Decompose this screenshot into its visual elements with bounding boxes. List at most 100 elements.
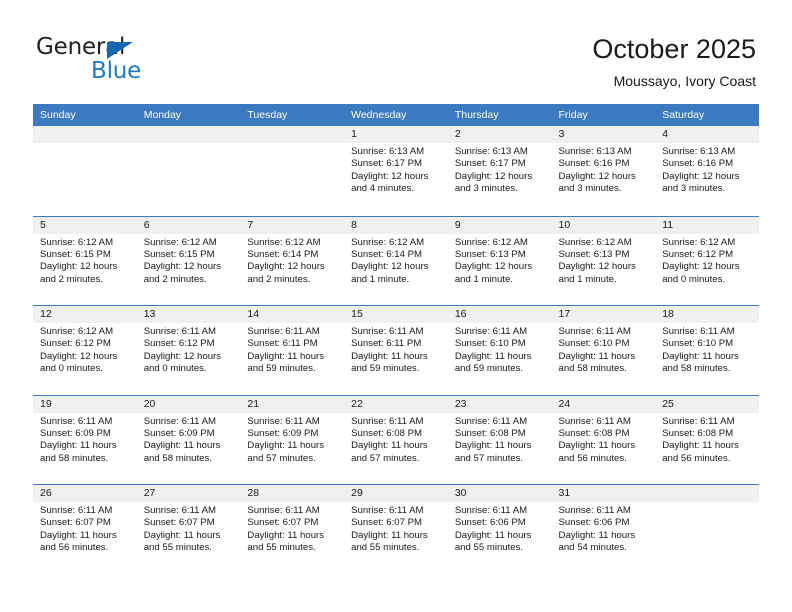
sunrise-text: Sunrise: 6:11 AM <box>454 326 528 337</box>
day-cell[interactable]: 14 Sunrise: 6:11 AM Sunset: 6:11 PM Dayligh… <box>240 306 345 395</box>
daylight-text-line2: and 58 minutes. <box>40 452 109 464</box>
day-cell[interactable]: 5 Sunrise: 6:12 AM Sunset: 6:15 PM Daylight… <box>33 216 137 305</box>
day-cell[interactable]: 19 Sunrise: 6:11 AM Sunset: 6:09 PM Dayligh… <box>33 395 137 484</box>
day-info: Sunrise: 6:11 AM Sunset: 6:07 PM Daylight:… <box>33 502 137 555</box>
day-number: 12 <box>33 306 137 323</box>
day-number: 6 <box>136 216 241 234</box>
daylight-text-line1: Daylight: 11 hours <box>454 529 532 541</box>
day-info: Sunrise: 6:13 AM Sunset: 6:17 PM Daylight:… <box>448 143 552 196</box>
day-cell[interactable]: 1 Sunrise: 6:13 AM Sunset: 6:17 PM Daylight… <box>344 126 448 215</box>
daylight-text-line1: Daylight: 12 hours <box>143 350 222 362</box>
day-cell[interactable]: 8 Sunrise: 6:12 AM Sunset: 6:14 PM Daylight… <box>344 216 448 305</box>
day-cell[interactable]: 3 Sunrise: 6:13 AM Sunset: 6:16 PM Daylight… <box>551 126 656 215</box>
sunrise-text: Sunrise: 6:11 AM <box>143 505 217 516</box>
sunrise-text: Sunrise: 6:12 AM <box>558 236 632 248</box>
daylight-text-line2: and 3 minutes. <box>558 183 622 195</box>
daylight-text-line2: and 54 minutes. <box>558 542 627 554</box>
sunset-text: Sunset: 6:15 PM <box>40 248 111 260</box>
day-info: Sunrise: 6:13 AM Sunset: 6:16 PM Daylight:… <box>655 143 759 196</box>
sunset-text: Sunset: 6:07 PM <box>143 517 215 529</box>
day-cell[interactable]: 28 Sunrise: 6:11 AM Sunset: 6:07 PM Dayligh… <box>240 485 345 574</box>
sunset-text: Sunset: 6:13 PM <box>558 248 630 260</box>
day-info: Sunrise: 6:11 AM Sunset: 6:08 PM Daylight:… <box>344 413 448 466</box>
day-number: 17 <box>551 306 656 323</box>
day-cell[interactable]: 13 Sunrise: 6:11 AM Sunset: 6:12 PM Dayligh… <box>136 306 241 395</box>
day-cell[interactable]: 27 Sunrise: 6:11 AM Sunset: 6:07 PM Dayligh… <box>136 485 241 574</box>
day-info: Sunrise: 6:11 AM Sunset: 6:07 PM Daylight:… <box>240 502 344 555</box>
day-cell[interactable]: 6 Sunrise: 6:12 AM Sunset: 6:15 PM Daylight… <box>136 216 241 305</box>
day-cell[interactable]: 10 Sunrise: 6:12 AM Sunset: 6:13 PM Dayligh… <box>551 216 656 305</box>
daylight-text-line2: and 59 minutes. <box>247 363 316 375</box>
day-cell-empty <box>240 126 345 215</box>
triangle-icon <box>107 42 133 59</box>
day-cell[interactable]: 31 Sunrise: 6:11 AM Sunset: 6:06 PM Dayligh… <box>551 485 656 574</box>
sunset-text: Sunset: 6:12 PM <box>662 248 734 260</box>
sunset-text: Sunset: 6:10 PM <box>662 338 734 350</box>
day-number: 14 <box>240 306 345 323</box>
day-number: 24 <box>551 395 656 413</box>
sunrise-text: Sunrise: 6:13 AM <box>662 146 736 157</box>
daylight-text-line2: and 2 minutes. <box>143 273 207 285</box>
day-cell[interactable]: 26 Sunrise: 6:11 AM Sunset: 6:07 PM Dayligh… <box>33 485 137 574</box>
day-cell[interactable]: 9 Sunrise: 6:12 AM Sunset: 6:13 PM Daylight… <box>447 216 552 305</box>
sunset-text: Sunset: 6:07 PM <box>40 517 111 529</box>
daylight-text-line2: and 2 minutes. <box>40 273 103 285</box>
daylight-text-line2: and 56 minutes. <box>558 452 627 464</box>
day-cell[interactable]: 15 Sunrise: 6:11 AM Sunset: 6:11 PM Dayligh… <box>344 306 448 395</box>
sunrise-text: Sunrise: 6:11 AM <box>558 505 631 516</box>
sunrise-text: Sunrise: 6:12 AM <box>351 236 425 248</box>
day-cell[interactable]: 22 Sunrise: 6:11 AM Sunset: 6:08 PM Dayligh… <box>344 395 448 484</box>
day-cell[interactable]: 30 Sunrise: 6:11 AM Sunset: 6:06 PM Dayligh… <box>447 485 552 574</box>
daylight-text-line2: and 55 minutes. <box>143 542 212 554</box>
daylight-text-line1: Daylight: 12 hours <box>351 170 429 182</box>
day-info: Sunrise: 6:12 AM Sunset: 6:12 PM Daylight:… <box>655 234 759 287</box>
daylight-text-line1: Daylight: 11 hours <box>40 440 117 452</box>
day-cell[interactable]: 20 Sunrise: 6:11 AM Sunset: 6:09 PM Dayligh… <box>136 395 241 484</box>
day-number: 21 <box>240 395 345 413</box>
calendar-week-row: 26 Sunrise: 6:11 AM Sunset: 6:07 PM Dayligh… <box>33 484 759 574</box>
day-cell[interactable]: 12 Sunrise: 6:12 AM Sunset: 6:12 PM Dayligh… <box>33 306 137 395</box>
daylight-text-line1: Daylight: 12 hours <box>662 170 740 182</box>
day-number: 25 <box>655 395 759 413</box>
sunrise-text: Sunrise: 6:11 AM <box>351 505 424 516</box>
day-cell[interactable]: 25 Sunrise: 6:11 AM Sunset: 6:08 PM Dayligh… <box>655 395 759 484</box>
day-cell[interactable]: 16 Sunrise: 6:11 AM Sunset: 6:10 PM Dayligh… <box>447 306 552 395</box>
sunrise-text: Sunrise: 6:11 AM <box>351 415 424 427</box>
daylight-text-line2: and 57 minutes. <box>454 452 524 464</box>
day-info: Sunrise: 6:12 AM Sunset: 6:14 PM Daylight:… <box>344 234 448 287</box>
day-cell[interactable]: 29 Sunrise: 6:11 AM Sunset: 6:07 PM Dayligh… <box>344 485 448 574</box>
sunrise-text: Sunrise: 6:11 AM <box>143 415 217 427</box>
sunrise-text: Sunrise: 6:11 AM <box>247 326 320 337</box>
day-info: Sunrise: 6:11 AM Sunset: 6:10 PM Daylight:… <box>448 323 552 376</box>
sunset-text: Sunset: 6:08 PM <box>662 427 734 439</box>
sunrise-text: Sunrise: 6:11 AM <box>247 415 320 427</box>
sunset-text: Sunset: 6:10 PM <box>558 338 630 350</box>
day-cell[interactable]: 18 Sunrise: 6:11 AM Sunset: 6:10 PM Dayligh… <box>655 306 759 395</box>
weekday-header-row: Sunday Monday Tuesday Wednesday Thursday Frid… <box>33 104 759 126</box>
day-cell[interactable]: 4 Sunrise: 6:13 AM Sunset: 6:16 PM Daylight… <box>655 126 759 215</box>
daylight-text-line1: Daylight: 11 hours <box>247 529 325 541</box>
daylight-text-line2: and 57 minutes. <box>247 452 316 464</box>
day-cell[interactable]: 17 Sunrise: 6:11 AM Sunset: 6:10 PM Dayligh… <box>551 306 656 395</box>
sunset-text: Sunset: 6:11 PM <box>247 338 318 350</box>
day-cell[interactable]: 21 Sunrise: 6:11 AM Sunset: 6:09 PM Dayligh… <box>240 395 345 484</box>
daylight-text-line2: and 1 minute. <box>558 273 617 285</box>
day-number: 4 <box>655 126 759 143</box>
day-cell[interactable]: 23 Sunrise: 6:11 AM Sunset: 6:08 PM Dayligh… <box>447 395 552 484</box>
sunset-text: Sunset: 6:06 PM <box>558 517 630 529</box>
weekday-header-saturday: Saturday <box>662 109 705 121</box>
sunset-text: Sunset: 6:15 PM <box>143 248 215 260</box>
day-number <box>33 126 137 143</box>
general-blue-logo[interactable]: General Blue <box>36 34 276 86</box>
day-number: 1 <box>344 126 448 143</box>
sunrise-text: Sunrise: 6:11 AM <box>247 505 320 516</box>
sunset-text: Sunset: 6:08 PM <box>351 427 423 439</box>
sunset-text: Sunset: 6:09 PM <box>247 427 319 439</box>
sunrise-text: Sunrise: 6:11 AM <box>351 326 424 337</box>
day-cell[interactable]: 2 Sunrise: 6:13 AM Sunset: 6:17 PM Daylight… <box>447 126 552 215</box>
day-number: 19 <box>33 395 137 413</box>
day-cell[interactable]: 24 Sunrise: 6:11 AM Sunset: 6:08 PM Dayligh… <box>551 395 656 484</box>
day-cell[interactable]: 7 Sunrise: 6:12 AM Sunset: 6:14 PM Daylight… <box>240 216 345 305</box>
day-cell[interactable]: 11 Sunrise: 6:12 AM Sunset: 6:12 PM Dayligh… <box>655 216 759 305</box>
sunset-text: Sunset: 6:16 PM <box>662 158 734 170</box>
